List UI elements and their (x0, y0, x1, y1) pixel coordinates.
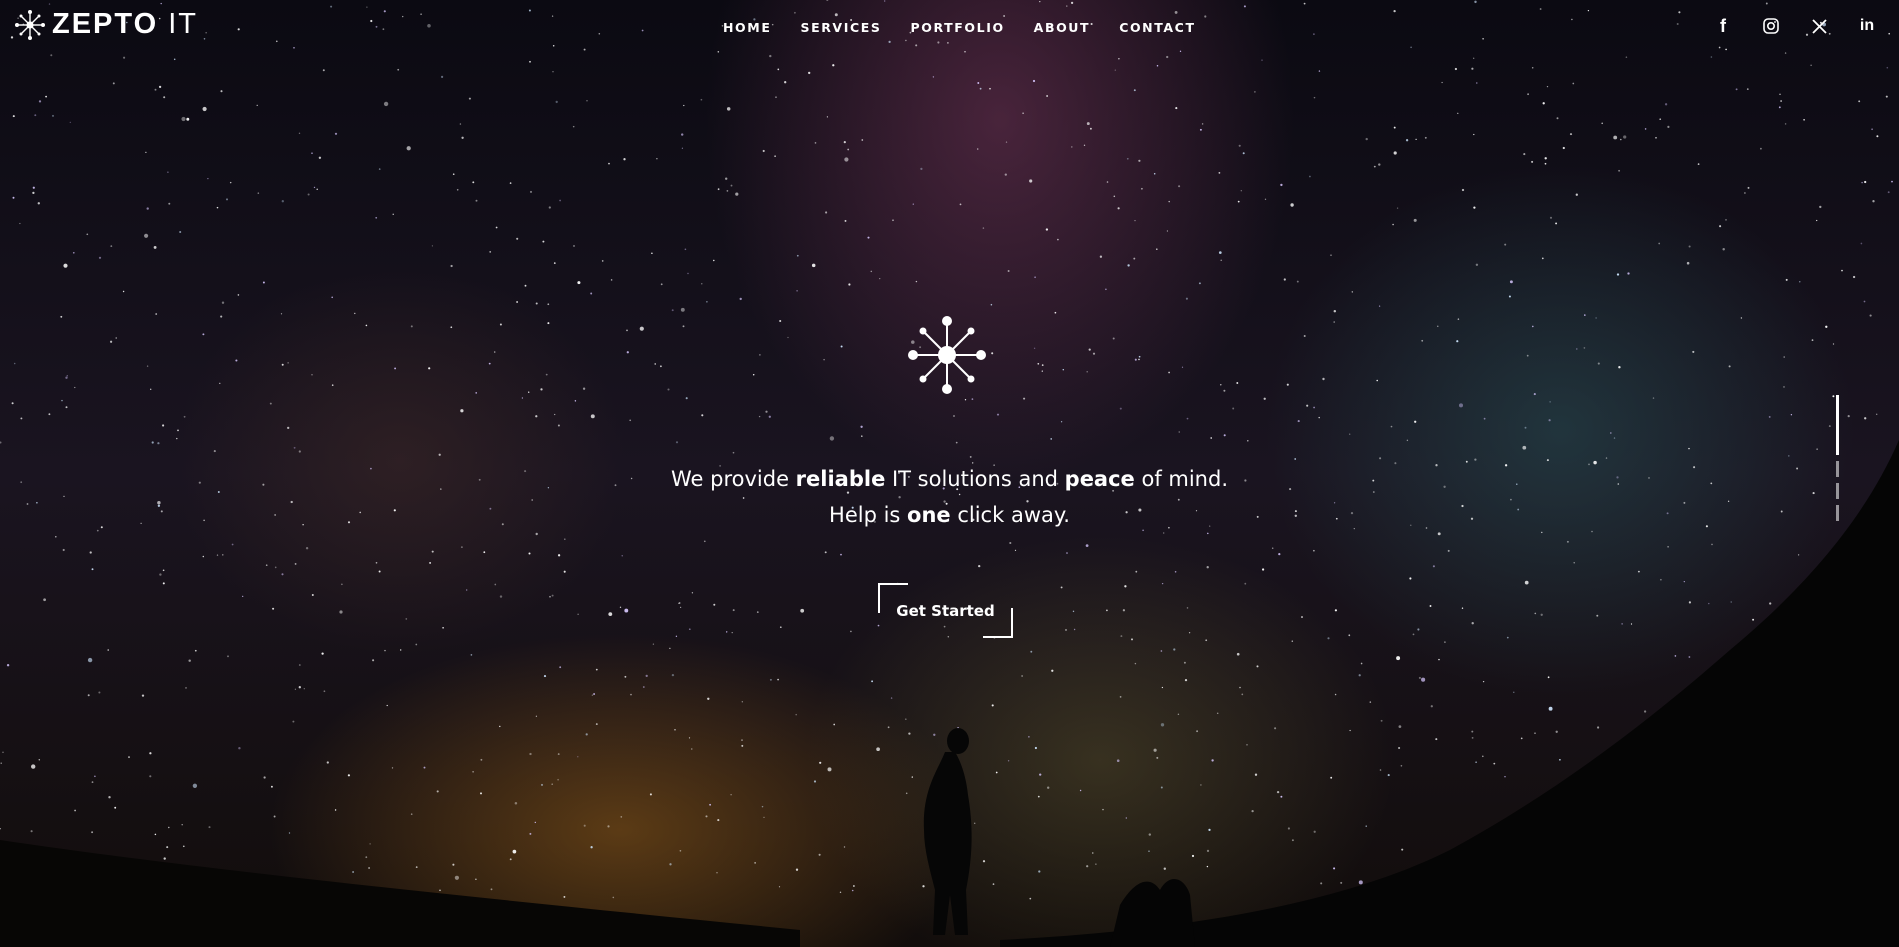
brand-name-bold: ZEPTO (52, 8, 159, 40)
nav-about[interactable]: ABOUT (1034, 20, 1091, 35)
slide-indicator-active[interactable] (1836, 395, 1839, 455)
tagline-line-2: Help is one click away. (0, 497, 1899, 533)
get-started-button[interactable]: Get Started (878, 583, 1013, 638)
tagline-text: IT solutions and (885, 467, 1065, 491)
tagline-text: Help is (829, 503, 908, 527)
slide-indicator-tick[interactable] (1836, 461, 1839, 477)
facebook-icon[interactable]: f (1711, 14, 1735, 38)
tagline-text: click away. (950, 503, 1070, 527)
instagram-icon[interactable] (1759, 14, 1783, 38)
nav-home[interactable]: HOME (723, 20, 771, 35)
slide-indicator-tick[interactable] (1836, 483, 1839, 499)
network-hub-icon (908, 316, 986, 394)
tagline-text: We provide (671, 467, 796, 491)
brand-name-light: IT (168, 8, 198, 40)
nav-contact[interactable]: CONTACT (1119, 20, 1195, 35)
brand-logo[interactable]: ZEPTO IT (14, 8, 198, 41)
tagline-emphasis: reliable (795, 467, 886, 491)
slide-scroll-indicator[interactable] (1836, 395, 1840, 527)
main-nav: HOME SERVICES PORTFOLIO ABOUT CONTACT (723, 20, 1196, 35)
tagline-text: of mind. (1134, 467, 1228, 491)
nav-portfolio[interactable]: PORTFOLIO (910, 20, 1004, 35)
hero-tagline: We provide reliable IT solutions and pea… (0, 461, 1899, 533)
tagline-emphasis: peace (1064, 467, 1135, 491)
network-hub-icon (15, 9, 45, 40)
linkedin-icon[interactable]: in (1855, 14, 1879, 38)
top-navigation-bar: ZEPTO IT HOME SERVICES PORTFOLIO ABOUT C… (0, 0, 1899, 52)
social-links: f in (1711, 14, 1879, 38)
tagline-emphasis: one (907, 503, 951, 527)
tagline-line-1: We provide reliable IT solutions and pea… (0, 461, 1899, 497)
x-twitter-icon[interactable] (1807, 14, 1831, 38)
slide-indicator-tick[interactable] (1836, 505, 1839, 521)
brand-name: ZEPTO IT (52, 8, 198, 41)
nav-services[interactable]: SERVICES (800, 20, 881, 35)
person-silhouette (923, 728, 972, 935)
